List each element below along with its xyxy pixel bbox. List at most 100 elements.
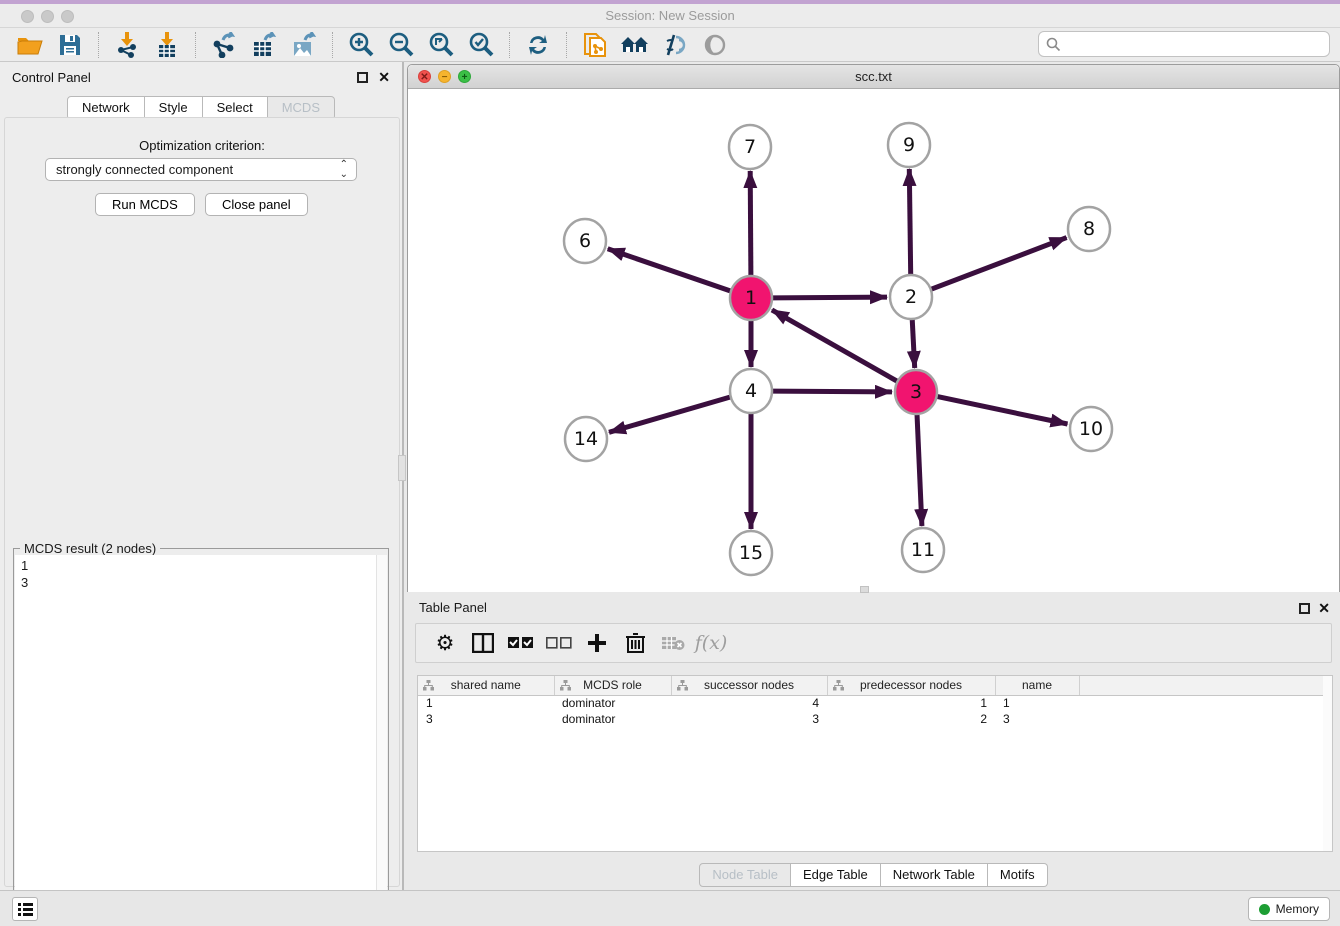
edge-1-7[interactable] (750, 171, 751, 276)
node-4[interactable]: 4 (730, 369, 772, 413)
edge-3-11[interactable] (917, 414, 922, 526)
svg-text:6: 6 (579, 230, 591, 252)
node-2[interactable]: 2 (890, 275, 932, 319)
task-history-button[interactable] (12, 897, 38, 921)
toolbar-separator (566, 32, 567, 58)
svg-text:11: 11 (911, 539, 935, 561)
save-session-icon[interactable] (54, 31, 86, 59)
tab-network-table[interactable]: Network Table (881, 863, 988, 887)
svg-text:9: 9 (903, 134, 915, 156)
hide-graphics-details-icon[interactable] (659, 31, 691, 59)
edge-4-3[interactable] (773, 391, 892, 392)
optimization-criterion-label: Optimization criterion: (5, 138, 399, 153)
edge-2-8[interactable] (932, 238, 1067, 290)
function-builder-icon[interactable]: f(x) (696, 629, 726, 657)
home-layout-icon[interactable] (619, 31, 651, 59)
node-14[interactable]: 14 (565, 417, 607, 461)
delete-table-icon[interactable] (658, 629, 688, 657)
svg-text:2: 2 (905, 286, 917, 308)
table-panel-tabs: Node TableEdge TableNetwork TableMotifs (407, 863, 1340, 887)
edge-4-14[interactable] (609, 397, 730, 432)
mcds-result-title: MCDS result (2 nodes) (20, 541, 160, 556)
import-table-icon[interactable] (151, 31, 183, 59)
column-header-name[interactable]: name (995, 676, 1079, 695)
memory-button[interactable]: Memory (1248, 897, 1330, 921)
refresh-icon[interactable] (522, 31, 554, 59)
table-row[interactable]: 3dominator323 (418, 711, 1332, 727)
export-table-icon[interactable] (248, 31, 280, 59)
deselect-all-icon[interactable] (544, 629, 574, 657)
main-toolbar (0, 28, 1340, 62)
add-column-icon[interactable] (582, 629, 612, 657)
mcds-result-list[interactable]: 1 3 (15, 555, 376, 924)
edge-3-10[interactable] (938, 397, 1068, 424)
close-table-panel-icon[interactable]: ✕ (1318, 600, 1330, 617)
run-mcds-button[interactable]: Run MCDS (95, 193, 195, 216)
float-table-panel-icon[interactable] (1299, 603, 1310, 614)
export-network-icon[interactable] (208, 31, 240, 59)
svg-text:4: 4 (745, 380, 757, 402)
node-7[interactable]: 7 (729, 125, 771, 169)
node-6[interactable]: 6 (564, 219, 606, 263)
edge-3-1[interactable] (772, 310, 897, 381)
node-10[interactable]: 10 (1070, 407, 1112, 451)
zoom-selected-icon[interactable] (465, 31, 497, 59)
import-network-icon[interactable] (111, 31, 143, 59)
edge-1-6[interactable] (608, 249, 731, 291)
network-window-titlebar[interactable]: ✕ − + scc.txt (408, 65, 1339, 89)
tab-node-table[interactable]: Node Table (699, 863, 791, 887)
delete-column-icon[interactable] (620, 629, 650, 657)
node-1[interactable]: 1 (730, 276, 772, 320)
toolbar-separator (332, 32, 333, 58)
close-panel-button[interactable]: Close panel (205, 193, 308, 216)
edge-2-3[interactable] (912, 319, 915, 368)
open-session-icon[interactable] (14, 31, 46, 59)
edge-2-9[interactable] (909, 169, 910, 275)
node-8[interactable]: 8 (1068, 207, 1110, 251)
birds-eye-view-icon[interactable] (699, 31, 731, 59)
node-11[interactable]: 11 (902, 528, 944, 572)
node-9[interactable]: 9 (888, 123, 930, 167)
dropdown-arrows-icon: ⌃⌄ (340, 160, 348, 180)
window-title: Session: New Session (0, 8, 1340, 23)
criterion-dropdown[interactable]: strongly connected component ⌃⌄ (45, 158, 357, 181)
network-window-title: scc.txt (408, 69, 1339, 84)
split-divider-grip-horizontal[interactable] (860, 586, 869, 593)
export-image-icon[interactable] (288, 31, 320, 59)
result-scrollbar[interactable] (376, 555, 387, 924)
list-icon (18, 903, 33, 916)
node-table[interactable]: shared nameMCDS rolesuccessor nodesprede… (417, 675, 1333, 852)
column-view-icon[interactable] (468, 629, 498, 657)
memory-label: Memory (1276, 902, 1319, 916)
search-icon (1046, 37, 1061, 52)
table-settings-icon[interactable]: ⚙ (430, 629, 460, 657)
network-canvas[interactable]: 1 2 3 4 6 7 8 9 10 11 14 15 (408, 89, 1339, 592)
zoom-out-icon[interactable] (385, 31, 417, 59)
table-toolbar: ⚙ f(x) (415, 623, 1332, 663)
zoom-fit-icon[interactable] (425, 31, 457, 59)
tab-motifs[interactable]: Motifs (988, 863, 1048, 887)
network-view-window: ✕ − + scc.txt 1 2 3 4 6 7 8 9 10 11 14 15 (407, 64, 1340, 592)
column-header-predecessor-nodes[interactable]: predecessor nodes (827, 676, 995, 695)
split-divider-grip[interactable] (398, 455, 406, 481)
select-all-icon[interactable] (506, 629, 536, 657)
titlebar: Session: New Session (0, 4, 1340, 28)
svg-text:3: 3 (910, 381, 922, 403)
duplicate-network-icon[interactable] (579, 31, 611, 59)
column-header-shared-name[interactable]: shared name (418, 676, 554, 695)
close-panel-icon[interactable]: ✕ (378, 69, 390, 86)
column-header-successor-nodes[interactable]: successor nodes (671, 676, 827, 695)
zoom-in-icon[interactable] (345, 31, 377, 59)
table-row[interactable]: 1dominator411 (418, 695, 1332, 711)
column-header-MCDS-role[interactable]: MCDS role (554, 676, 671, 695)
svg-text:14: 14 (574, 428, 598, 450)
table-scrollbar[interactable] (1323, 675, 1333, 852)
node-15[interactable]: 15 (730, 531, 772, 575)
mcds-panel: Optimization criterion: strongly connect… (4, 117, 400, 887)
tab-edge-table[interactable]: Edge Table (791, 863, 881, 887)
search-field[interactable] (1038, 31, 1330, 57)
edge-1-2[interactable] (773, 297, 887, 298)
float-panel-icon[interactable] (357, 72, 368, 83)
node-3[interactable]: 3 (895, 370, 937, 414)
search-input[interactable] (1061, 37, 1329, 52)
